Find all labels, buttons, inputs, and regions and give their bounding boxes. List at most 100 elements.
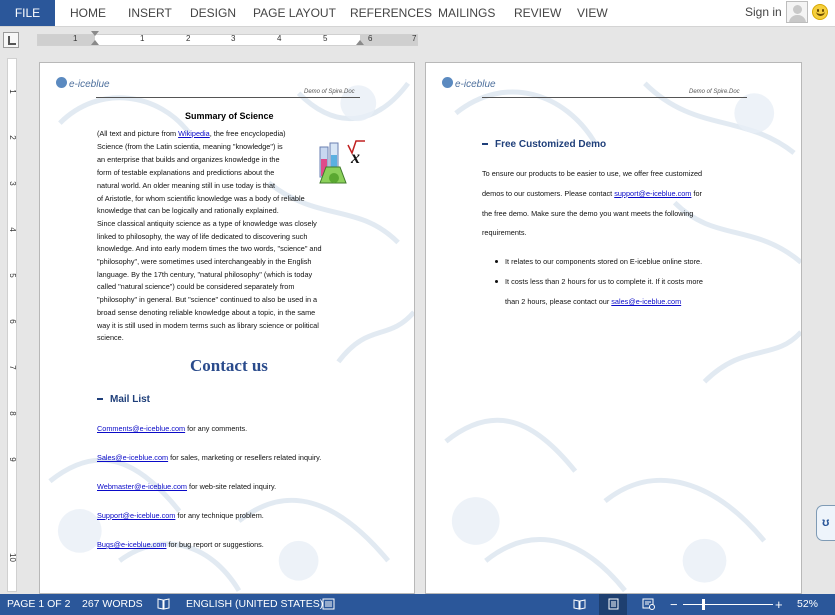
ruler-number: 8 <box>8 411 17 416</box>
tab-references[interactable]: REFERENCES <box>350 0 432 26</box>
body-line: natural world. An older meaning still in… <box>97 181 276 190</box>
body-line: of Aristotle, for whom scientific knowle… <box>97 194 305 203</box>
sales-email-link[interactable]: sales@e-iceblue.com <box>611 297 681 306</box>
document-page-1[interactable]: e-iceblue Demo of Spire.Doc Summary of S… <box>39 62 415 594</box>
ruler-number: 1 <box>140 34 145 43</box>
zoom-level[interactable]: 52% <box>797 594 818 615</box>
ruler-number: 1 <box>73 34 78 43</box>
ruler-number: 5 <box>323 34 328 43</box>
tab-file[interactable]: FILE <box>0 0 55 26</box>
body-line: science. <box>97 333 124 342</box>
page-count-status[interactable]: PAGE 1 OF 2 <box>7 594 70 615</box>
zoom-slider-thumb[interactable] <box>702 599 705 610</box>
body-line: form of testable explanations and predic… <box>97 168 275 177</box>
zoom-in-button[interactable]: + <box>775 594 783 615</box>
tab-view[interactable]: VIEW <box>577 0 608 26</box>
tab-selector-icon[interactable] <box>3 32 19 48</box>
tab-review[interactable]: REVIEW <box>514 0 561 26</box>
ruler-number: 3 <box>231 34 236 43</box>
body-line: broad sense denoting reliable knowledge … <box>97 308 316 317</box>
side-panel-toggle-button[interactable]: ʊ <box>816 505 835 541</box>
bullet-item: It costs less than 2 hours for us to com… <box>505 277 703 286</box>
body-line: language. By the 17th century, "natural … <box>97 270 313 279</box>
body-line: knowledge. And into early modern times t… <box>97 244 322 253</box>
ruler-number: 4 <box>8 227 17 232</box>
body-line: "philosophy", were sometimes used interc… <box>97 257 312 266</box>
ruler-number: 7 <box>412 34 417 43</box>
ruler-number: 4 <box>277 34 282 43</box>
proofing-book-icon[interactable] <box>157 598 170 610</box>
body-line: linked to philosophy, the way of life de… <box>97 232 308 241</box>
header-rule <box>482 97 747 98</box>
intro-line: (All text and picture from Wikipedia, th… <box>97 129 286 138</box>
header-text: Demo of Spire.Doc <box>304 89 355 95</box>
horizontal-ruler[interactable]: 1 1 2 3 4 5 6 7 <box>37 31 418 46</box>
body-line: way it is still used in modern terms suc… <box>97 321 319 330</box>
sales-email-link[interactable]: Sales@e-iceblue.com <box>97 453 168 462</box>
zoom-out-button[interactable]: − <box>670 594 678 615</box>
ruler-number: 3 <box>8 181 17 186</box>
mail-item: Support@e-iceblue.com for any technique … <box>97 511 264 520</box>
document-page-2[interactable]: e-iceblue Demo of Spire.Doc Free Customi… <box>425 62 802 594</box>
science-picture: x <box>319 140 365 184</box>
ruler-number: 6 <box>8 319 17 324</box>
iceblue-logo: e-iceblue <box>56 77 110 93</box>
language-status[interactable]: ENGLISH (UNITED STATES) <box>186 594 323 615</box>
body-line: requirements. <box>482 228 527 237</box>
mail-item: Comments@e-iceblue.com for any comments. <box>97 424 248 433</box>
header-text: Demo of Spire.Doc <box>689 89 740 95</box>
tab-mailings[interactable]: MAILINGS <box>438 0 495 26</box>
bullet-marker <box>495 260 498 263</box>
right-indent-marker[interactable] <box>356 40 364 45</box>
header-rule <box>96 97 360 98</box>
bugs-email-link[interactable]: Bugs@e-iceblue.com <box>97 540 166 549</box>
ruler-number: 2 <box>186 34 191 43</box>
body-line: the free demo. Make sure the demo you wa… <box>482 209 694 218</box>
status-bar: PAGE 1 OF 2 267 WORDS ENGLISH (UNITED ST… <box>0 594 835 615</box>
vertical-ruler[interactable]: 1 2 3 4 5 6 7 8 9 10 <box>7 58 17 592</box>
tab-home[interactable]: HOME <box>70 0 106 26</box>
sign-in-link[interactable]: Sign in <box>745 0 782 26</box>
user-avatar-icon[interactable] <box>786 1 808 23</box>
tab-design[interactable]: DESIGN <box>190 0 236 26</box>
first-line-indent-marker[interactable] <box>91 31 99 36</box>
bullet-item: It relates to our components stored on E… <box>505 257 703 266</box>
free-demo-heading: Free Customized Demo <box>482 139 606 150</box>
body-line: To ensure our products to be easier to u… <box>482 169 703 178</box>
body-line: knowledge that can be logically and rati… <box>97 206 279 215</box>
mail-item: Sales@e-iceblue.com for sales, marketing… <box>97 453 322 462</box>
webmaster-email-link[interactable]: Webmaster@e-iceblue.com <box>97 482 187 491</box>
support-email-link[interactable]: Support@e-iceblue.com <box>97 511 175 520</box>
ruler-number: 1 <box>8 89 17 94</box>
ruler-number: 9 <box>8 457 17 462</box>
body-line: demos to our customers. Please contact s… <box>482 189 702 198</box>
mail-list-heading: Mail List <box>97 394 150 405</box>
body-line: an enterprise that builds and organizes … <box>97 155 280 164</box>
body-line: called "natural science") could be consi… <box>97 282 295 291</box>
tab-page-layout[interactable]: PAGE LAYOUT <box>253 0 336 26</box>
mail-item: Webmaster@e-iceblue.com for web-site rel… <box>97 482 277 491</box>
wikipedia-link[interactable]: Wikipedia <box>178 129 210 138</box>
macro-record-icon[interactable] <box>322 598 335 610</box>
web-layout-icon[interactable] <box>642 598 655 610</box>
ruler-number: 5 <box>8 273 17 278</box>
document-title: Summary of Science <box>185 111 274 121</box>
support-email-link[interactable]: support@e-iceblue.com <box>614 189 691 198</box>
bullet-marker <box>495 280 498 283</box>
body-line: Since classical antiquity science as a t… <box>97 219 317 228</box>
ribbon-tab-bar: FILE HOME INSERT DESIGN PAGE LAYOUT REFE… <box>0 0 835 27</box>
ruler-number: 10 <box>8 553 17 562</box>
left-indent-marker[interactable] <box>91 40 99 45</box>
read-mode-icon[interactable] <box>573 598 586 610</box>
zoom-slider[interactable] <box>683 604 773 605</box>
tab-insert[interactable]: INSERT <box>128 0 172 26</box>
comments-email-link[interactable]: Comments@e-iceblue.com <box>97 424 185 433</box>
iceblue-logo: e-iceblue <box>442 77 496 93</box>
bullet-item-continuation: than 2 hours, please contact our sales@e… <box>505 297 682 306</box>
print-layout-icon[interactable] <box>607 598 620 610</box>
word-count-status[interactable]: 267 WORDS <box>82 594 143 615</box>
ruler-number: 6 <box>368 34 373 43</box>
body-line: "philosophy" in general. But "science" c… <box>97 295 318 304</box>
mail-item: Bugs@e-iceblue.com for bug report or sug… <box>97 540 264 549</box>
feedback-smiley-icon[interactable] <box>812 4 828 20</box>
